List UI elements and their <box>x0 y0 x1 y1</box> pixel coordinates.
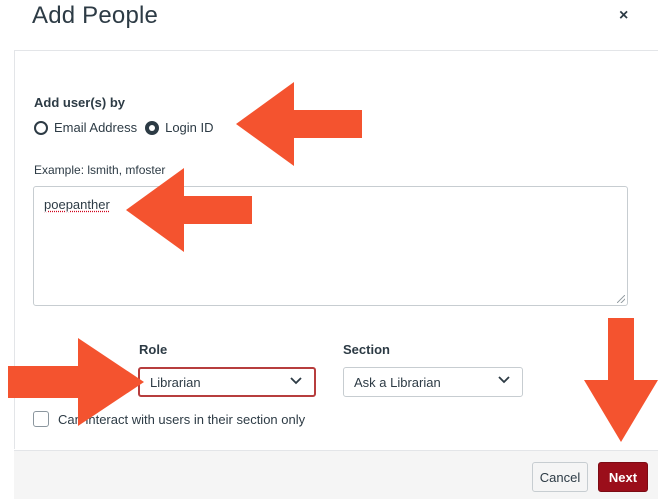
login-id-radio-label[interactable]: Login ID <box>165 120 213 135</box>
role-select-value: Librarian <box>150 374 201 390</box>
section-select-value: Ask a Librarian <box>354 374 441 390</box>
arrow-icon <box>584 318 658 442</box>
email-address-radio[interactable] <box>34 120 48 135</box>
section-label: Section <box>343 342 390 357</box>
arrow-icon <box>8 338 144 426</box>
next-button[interactable]: Next <box>598 462 648 492</box>
section-select[interactable]: Ask a Librarian <box>343 367 523 397</box>
chevron-down-icon <box>498 376 510 384</box>
arrow-icon <box>126 168 252 252</box>
user-list-textarea[interactable]: poepanther <box>33 186 628 306</box>
arrow-icon <box>236 82 362 166</box>
login-id-radio[interactable] <box>145 120 160 135</box>
resize-handle-icon[interactable] <box>617 295 625 303</box>
chevron-down-icon <box>290 377 302 385</box>
add-by-radio-group: Email Address Login ID <box>34 120 222 135</box>
add-by-label: Add user(s) by <box>34 95 126 110</box>
email-address-radio-label[interactable]: Email Address <box>54 120 137 135</box>
cancel-button[interactable]: Cancel <box>532 462 588 492</box>
dialog-title: Add People <box>32 2 159 29</box>
close-icon[interactable]: × <box>619 7 628 25</box>
textarea-value: poepanther <box>44 197 110 212</box>
role-select[interactable]: Librarian <box>138 367 316 397</box>
